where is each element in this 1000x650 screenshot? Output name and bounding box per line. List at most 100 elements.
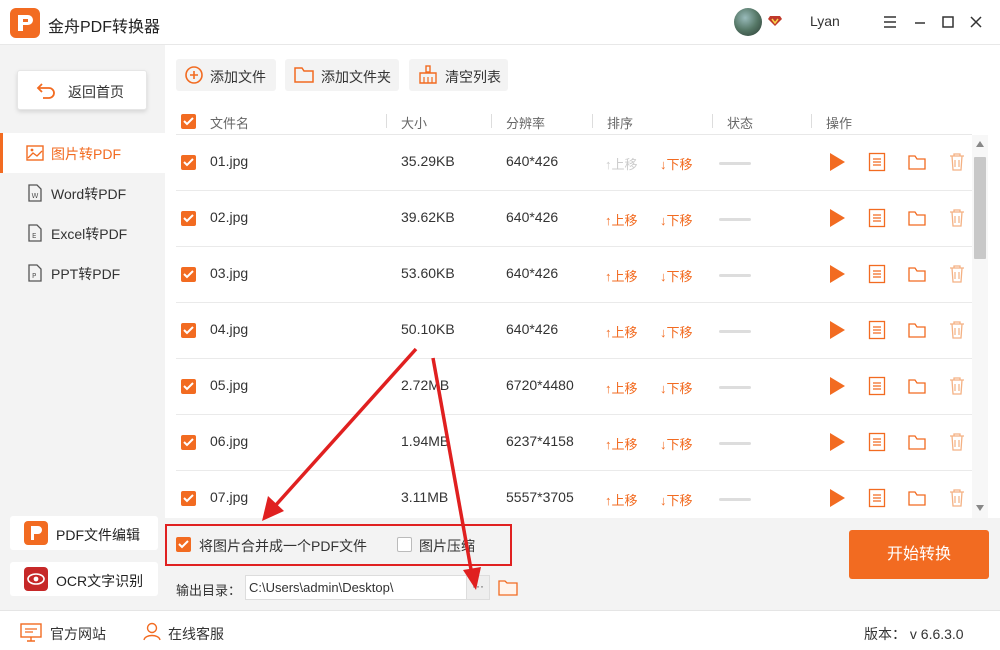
open-folder-icon[interactable] [907,264,927,284]
open-folder-icon[interactable] [907,320,927,340]
open-folder-icon[interactable] [907,432,927,452]
scroll-thumb[interactable] [974,157,986,259]
play-icon[interactable] [828,152,846,172]
open-folder-icon[interactable] [907,152,927,172]
table-row[interactable]: 07.jpg 3.11MB 5557*3705 ↑上移 ↓下移 [176,471,972,518]
ocr-tool-button[interactable]: OCR文字识别 [10,562,158,596]
monitor-icon[interactable] [20,622,42,642]
merge-pdf-checkbox[interactable] [176,537,191,552]
table-row[interactable]: 03.jpg 53.60KB 640*426 ↑上移 ↓下移 [176,247,972,303]
select-all-checkbox[interactable] [181,114,196,129]
column-divider [592,114,593,128]
trash-icon[interactable] [948,488,966,508]
document-icon[interactable] [868,376,886,396]
clear-list-button[interactable]: 清空列表 [409,59,508,91]
trash-icon[interactable] [948,208,966,228]
row-checkbox[interactable] [181,491,196,506]
clear-list-label: 清空列表 [445,69,501,85]
play-icon[interactable] [828,376,846,396]
sidebar-item-excel-to-pdf[interactable]: E Excel转PDF [0,213,165,253]
move-down-button[interactable]: ↓下移 [660,490,693,509]
table-row[interactable]: 04.jpg 50.10KB 640*426 ↑上移 ↓下移 [176,303,972,359]
trash-icon[interactable] [948,376,966,396]
row-checkbox[interactable] [181,211,196,226]
column-header-status: 状态 [727,116,754,131]
file-name: 06.jpg [210,433,249,449]
online-service-link[interactable]: 在线客服 [168,624,224,644]
trash-icon[interactable] [948,320,966,340]
close-icon[interactable] [966,12,986,32]
pdf-edit-icon [24,521,48,545]
move-up-button[interactable]: ↑上移 [605,490,638,509]
document-icon[interactable] [868,208,886,228]
pdf-edit-tool-button[interactable]: PDF文件编辑 [10,516,158,550]
official-website-link[interactable]: 官方网站 [50,624,106,644]
move-down-button[interactable]: ↓下移 [660,266,693,285]
minimize-icon[interactable] [910,12,930,32]
ocr-eye-icon [24,567,48,591]
play-icon[interactable] [828,320,846,340]
play-icon[interactable] [828,488,846,508]
menu-icon[interactable] [880,12,900,32]
open-output-folder-icon[interactable] [498,578,518,596]
customer-service-icon[interactable] [142,621,162,641]
sidebar-item-label: Word转PDF [51,186,127,202]
open-folder-icon[interactable] [907,376,927,396]
move-up-button[interactable]: ↑上移 [605,322,638,341]
move-up-button[interactable]: ↑上移 [605,378,638,397]
document-icon[interactable] [868,152,886,172]
trash-icon[interactable] [948,264,966,284]
compress-image-checkbox[interactable] [397,537,412,552]
vip-diamond-icon[interactable] [768,15,782,27]
column-divider [712,114,713,128]
trash-icon[interactable] [948,432,966,452]
row-checkbox[interactable] [181,267,196,282]
scroll-up-arrow-icon[interactable] [976,141,984,147]
avatar[interactable] [734,8,762,36]
play-icon[interactable] [828,432,846,452]
row-checkbox[interactable] [181,379,196,394]
table-scrollbar[interactable] [972,135,988,518]
trash-icon[interactable] [948,152,966,172]
maximize-icon[interactable] [938,12,958,32]
start-convert-button[interactable]: 开始转换 [849,530,989,579]
sidebar-item-ppt-to-pdf[interactable]: P PPT转PDF [0,253,165,293]
move-down-button[interactable]: ↓下移 [660,154,693,173]
sidebar-item-word-to-pdf[interactable]: W Word转PDF [0,173,165,213]
document-icon[interactable] [868,264,886,284]
play-icon[interactable] [828,208,846,228]
document-icon[interactable] [868,320,886,340]
add-folder-button[interactable]: 添加文件夹 [285,59,399,91]
merge-pdf-label[interactable]: 将图片合并成一个PDF文件 [199,536,367,556]
table-row[interactable]: 01.jpg 35.29KB 640*426 ↑上移 ↓下移 [176,135,972,191]
title-bar: 金舟PDF转换器 Lyan [0,0,1000,45]
add-file-button[interactable]: 添加文件 [176,59,276,91]
browse-button[interactable]: ··· [466,575,490,600]
document-icon[interactable] [868,488,886,508]
row-checkbox[interactable] [181,155,196,170]
username[interactable]: Lyan [810,13,840,29]
play-icon[interactable] [828,264,846,284]
move-down-button[interactable]: ↓下移 [660,378,693,397]
move-down-button[interactable]: ↓下移 [660,210,693,229]
sidebar-item-image-to-pdf[interactable]: 图片转PDF [0,133,165,173]
move-up-button[interactable]: ↑上移 [605,266,638,285]
back-home-button[interactable]: 返回首页 [17,70,147,110]
output-path-field[interactable]: C:\Users\admin\Desktop\ [245,575,467,600]
table-row[interactable]: 05.jpg 2.72MB 6720*4480 ↑上移 ↓下移 [176,359,972,415]
document-icon[interactable] [868,432,886,452]
move-down-button[interactable]: ↓下移 [660,322,693,341]
open-folder-icon[interactable] [907,208,927,228]
open-folder-icon[interactable] [907,488,927,508]
table-row[interactable]: 02.jpg 39.62KB 640*426 ↑上移 ↓下移 [176,191,972,247]
row-checkbox[interactable] [181,323,196,338]
compress-image-label[interactable]: 图片压缩 [419,536,475,556]
table-row[interactable]: 06.jpg 1.94MB 6237*4158 ↑上移 ↓下移 [176,415,972,471]
move-down-button[interactable]: ↓下移 [660,434,693,453]
scroll-down-arrow-icon[interactable] [976,505,984,511]
move-up-button[interactable]: ↑上移 [605,210,638,229]
svg-text:W: W [32,192,39,200]
row-checkbox[interactable] [181,435,196,450]
move-up-button[interactable]: ↑上移 [605,434,638,453]
move-up-button[interactable]: ↑上移 [605,154,638,173]
